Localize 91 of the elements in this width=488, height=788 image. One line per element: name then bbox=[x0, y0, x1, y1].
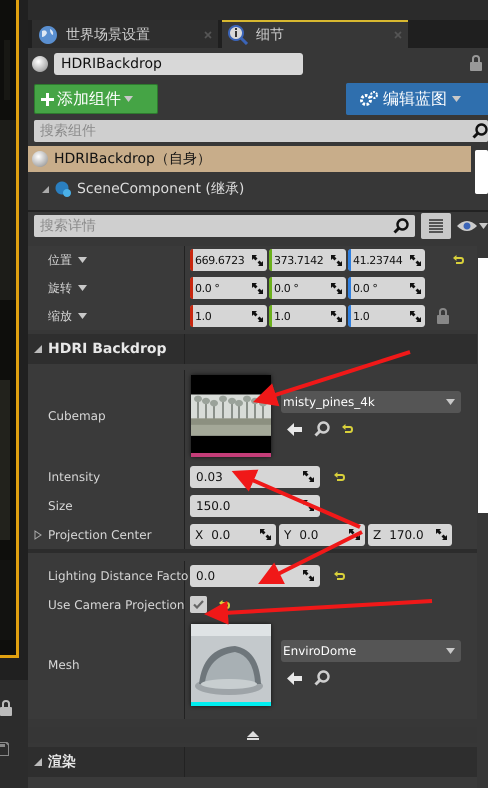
reset-arrow-icon[interactable] bbox=[453, 255, 464, 265]
resize-arrows-icon[interactable] bbox=[331, 254, 342, 266]
actor-name-field[interactable]: HDRIBackdrop bbox=[54, 53, 303, 75]
number-field[interactable]: 0.0 ° bbox=[348, 277, 425, 299]
visibility-button[interactable] bbox=[457, 220, 488, 232]
number-field[interactable]: 373.7142 bbox=[269, 249, 346, 271]
checkbox[interactable] bbox=[190, 596, 207, 613]
resize-arrows-icon[interactable] bbox=[260, 529, 271, 540]
eye-icon bbox=[457, 220, 477, 232]
scene-component-icon bbox=[55, 181, 71, 197]
resize-arrows-icon[interactable] bbox=[252, 282, 263, 294]
caret-icon bbox=[78, 313, 87, 319]
number-field[interactable]: 41.23744 bbox=[348, 249, 425, 271]
caret-icon bbox=[479, 223, 488, 229]
resize-arrows-icon[interactable] bbox=[331, 282, 342, 294]
expand-arrow-icon[interactable] bbox=[34, 758, 42, 766]
plus-icon bbox=[41, 92, 54, 106]
component-tree-item[interactable]: SceneComponent (继承) bbox=[28, 176, 471, 202]
property-label: Size bbox=[48, 498, 73, 512]
resize-arrows-icon[interactable] bbox=[410, 254, 421, 266]
asset-dropdown[interactable]: misty_pines_4k bbox=[281, 391, 461, 413]
section-title: 渲染 bbox=[48, 753, 76, 771]
property-label: Projection Center bbox=[48, 528, 152, 542]
reset-arrow-icon[interactable] bbox=[334, 570, 345, 580]
number-field[interactable]: 0.0 ° bbox=[190, 277, 267, 299]
property-label: 位置 bbox=[48, 252, 72, 268]
scrollbar-thumb[interactable] bbox=[475, 150, 488, 194]
expand-arrow-icon[interactable] bbox=[42, 186, 49, 192]
resize-arrows-icon[interactable] bbox=[252, 254, 263, 266]
resize-arrows-icon[interactable] bbox=[252, 310, 263, 322]
section-title: HDRI Backdrop bbox=[48, 341, 166, 357]
caret-icon bbox=[446, 399, 455, 405]
number-field[interactable]: 669.6723 bbox=[190, 249, 267, 271]
resize-arrows-icon[interactable] bbox=[410, 282, 421, 294]
caret-icon bbox=[78, 285, 87, 291]
panel-tab[interactable]: 细节 bbox=[222, 20, 408, 48]
use-selected-arrow-icon[interactable] bbox=[287, 672, 302, 684]
resize-arrows-icon[interactable] bbox=[410, 310, 421, 322]
property-label: Cubemap bbox=[48, 409, 106, 423]
component-tree-item[interactable]: HDRIBackdrop（自身） bbox=[28, 146, 471, 172]
reset-arrow-icon[interactable] bbox=[219, 600, 230, 610]
property-label: Mesh bbox=[48, 658, 80, 672]
property-label: Intensity bbox=[48, 470, 100, 484]
globe-icon bbox=[38, 25, 58, 45]
lock-icon[interactable] bbox=[470, 54, 482, 70]
reset-arrow-icon[interactable] bbox=[342, 424, 353, 434]
use-selected-arrow-icon[interactable] bbox=[287, 422, 302, 436]
number-field[interactable]: Z 170.0 bbox=[368, 524, 452, 546]
number-field[interactable]: 1.0 bbox=[190, 305, 267, 327]
property-label: Use Camera Projection bbox=[48, 598, 184, 612]
lock-icon[interactable] bbox=[437, 308, 449, 324]
dropdown-caret-icon bbox=[452, 96, 461, 102]
number-field[interactable]: 0.0 ° bbox=[269, 277, 346, 299]
scrollbar-thumb[interactable] bbox=[478, 258, 488, 513]
grid-icon bbox=[429, 219, 443, 233]
resize-arrows-icon[interactable] bbox=[436, 529, 447, 540]
property-label: Lighting Distance Facto bbox=[48, 568, 188, 582]
resize-arrows-icon[interactable] bbox=[349, 529, 360, 540]
property-label: 缩放 bbox=[48, 308, 72, 324]
number-field[interactable]: 1.0 bbox=[348, 305, 425, 327]
panel-tab[interactable]: 世界场景设置 bbox=[32, 20, 218, 48]
gears-icon bbox=[360, 91, 378, 107]
resize-arrows-icon[interactable] bbox=[303, 471, 314, 482]
caret-icon bbox=[446, 648, 455, 654]
property-label: 旋转 bbox=[48, 280, 72, 296]
number-field[interactable]: X 0.0 bbox=[190, 524, 276, 546]
lock-icon[interactable] bbox=[0, 700, 12, 716]
check-icon bbox=[193, 600, 204, 609]
browse-search-icon[interactable] bbox=[314, 421, 330, 437]
resize-arrows-icon[interactable] bbox=[303, 500, 314, 511]
number-field[interactable]: Y 0.0 bbox=[279, 524, 365, 546]
save-icon[interactable] bbox=[0, 742, 9, 756]
asset-dropdown[interactable]: EnviroDome bbox=[281, 640, 461, 662]
search-icon[interactable] bbox=[472, 123, 488, 139]
sphere-icon bbox=[32, 151, 48, 167]
edit-blueprint-button[interactable]: 编辑蓝图 bbox=[346, 83, 488, 115]
view-options-button[interactable] bbox=[421, 213, 451, 239]
dropdown-caret-icon bbox=[124, 96, 133, 102]
resize-arrows-icon[interactable] bbox=[303, 570, 314, 581]
caret-icon bbox=[78, 257, 87, 263]
search-icon[interactable] bbox=[393, 218, 409, 234]
expand-arrow-icon[interactable] bbox=[34, 530, 42, 540]
info-magnifier-icon bbox=[228, 25, 248, 45]
number-field[interactable]: 1.0 bbox=[269, 305, 346, 327]
resize-arrows-icon[interactable] bbox=[331, 310, 342, 322]
reset-arrow-icon[interactable] bbox=[334, 472, 345, 482]
collapse-arrow-icon bbox=[246, 730, 258, 740]
browse-search-icon[interactable] bbox=[314, 670, 330, 686]
sphere-icon bbox=[32, 56, 48, 72]
expand-arrow-icon[interactable] bbox=[34, 345, 42, 353]
number-field[interactable]: 150.0 bbox=[190, 494, 320, 516]
